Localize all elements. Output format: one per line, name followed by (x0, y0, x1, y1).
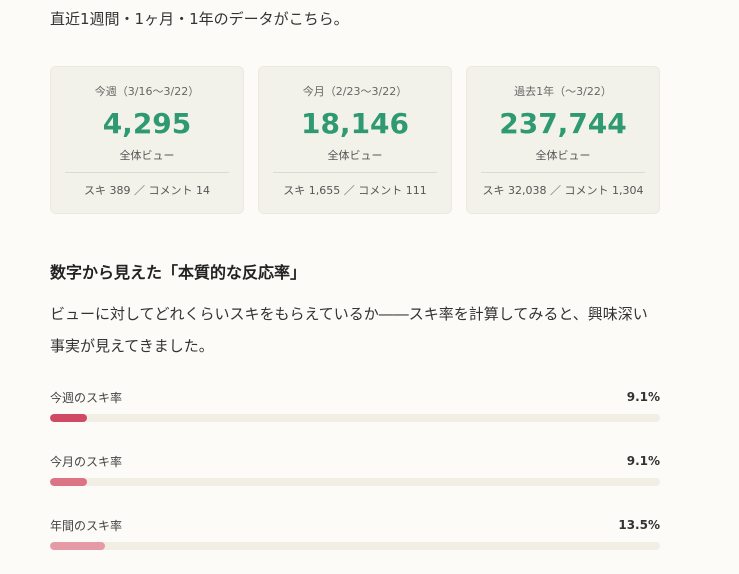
card-divider (65, 172, 229, 173)
card-number: 18,146 (300, 107, 410, 140)
card-number: 237,744 (499, 107, 627, 140)
rate-bar-fill (50, 542, 106, 550)
rate-label: 年間のスキ率 (50, 518, 123, 533)
stat-card-week: 今週（3/16〜3/22） 4,295 全体ビュー スキ 389 ／ コメント … (50, 66, 244, 214)
stat-card-year: 過去1年（〜3/22） 237,744 全体ビュー スキ 32,038 ／ コメ… (466, 66, 660, 214)
card-unit: 全体ビュー (119, 149, 175, 162)
rate-row-year: 年間のスキ率 13.5% (50, 516, 660, 550)
rate-bar-fill (50, 414, 88, 422)
body-paragraph: ビューに対してどれくらいスキをもらえているか――スキ率を計算してみると、興味深い… (50, 305, 648, 355)
intro-text: 直近1週間・1ヶ月・1年のデータがこちら。 (50, 10, 349, 28)
card-number: 4,295 (102, 107, 192, 140)
rate-value: 13.5% (618, 518, 660, 532)
rate-bar-track (50, 478, 660, 486)
card-divider (273, 172, 437, 173)
rate-bar-track (50, 542, 660, 550)
card-period: 今週（3/16〜3/22） (94, 85, 200, 98)
rate-value: 9.1% (626, 454, 660, 468)
rate-label: 今週のスキ率 (50, 390, 123, 405)
card-stats: スキ 389 ／ コメント 14 (84, 184, 210, 197)
card-stats: スキ 32,038 ／ コメント 1,304 (482, 184, 644, 197)
card-unit: 全体ビュー (327, 149, 383, 162)
rate-bar-fill (50, 478, 88, 486)
card-stats: スキ 1,655 ／ コメント 111 (283, 184, 427, 197)
rate-row-month: 今月のスキ率 9.1% (50, 452, 660, 486)
section-title: 数字から見えた「本質的な反応率」 (50, 263, 307, 282)
card-divider (481, 172, 645, 173)
rate-label: 今月のスキ率 (50, 454, 123, 469)
rate-row-week: 今週のスキ率 9.1% (50, 388, 660, 422)
rate-value: 9.1% (626, 390, 660, 404)
card-period: 過去1年（〜3/22） (514, 85, 612, 98)
card-unit: 全体ビュー (535, 149, 591, 162)
stats-cards: 今週（3/16〜3/22） 4,295 全体ビュー スキ 389 ／ コメント … (50, 66, 660, 214)
rate-bar-track (50, 414, 660, 422)
stat-card-month: 今月（2/23〜3/22） 18,146 全体ビュー スキ 1,655 ／ コメ… (258, 66, 452, 214)
card-period: 今月（2/23〜3/22） (302, 85, 408, 98)
